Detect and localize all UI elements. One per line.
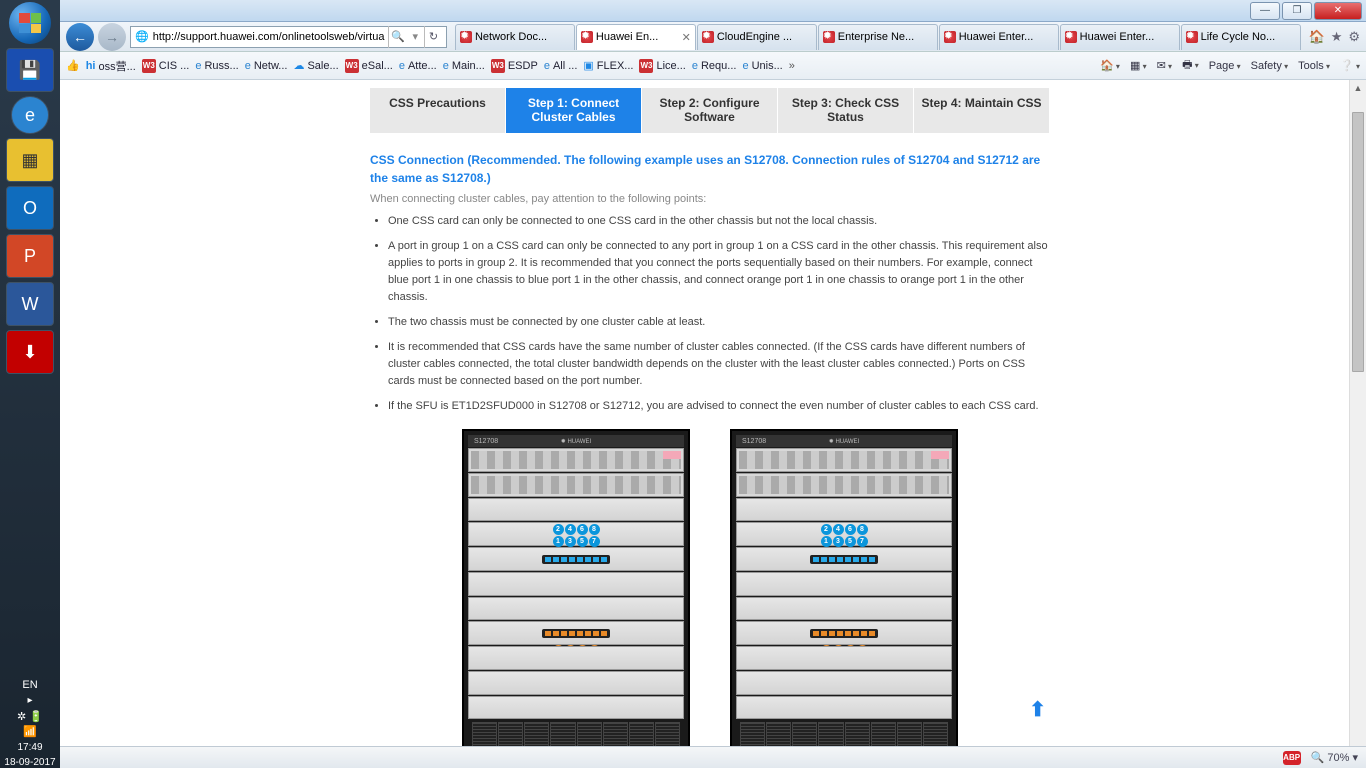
- tab-step3-check[interactable]: Step 3: Check CSS Status: [778, 88, 914, 133]
- tool-tools[interactable]: Tools: [1298, 60, 1330, 72]
- fav-flex[interactable]: ▣FLEX...: [583, 59, 633, 72]
- forward-button[interactable]: →: [98, 23, 126, 51]
- tab-life-cycle[interactable]: Life Cycle No...: [1181, 24, 1301, 50]
- taskbar-language[interactable]: EN: [22, 679, 37, 691]
- chassis-diagram: S12708 2468 1357 1357 2468 S: [370, 429, 1050, 746]
- huawei-icon: [460, 31, 472, 43]
- back-to-top-button[interactable]: ⬆: [1029, 697, 1046, 722]
- tab-huawei-en[interactable]: Huawei En...✕: [576, 24, 696, 50]
- list-item: It is recommended that CSS cards have th…: [388, 339, 1050, 390]
- tab-step2-configure[interactable]: Step 2: Configure Software: [642, 88, 778, 133]
- settings-icon[interactable]: ⚙: [1348, 29, 1360, 45]
- fav-esdp[interactable]: W3ESDP: [491, 59, 538, 73]
- tab-cloudengine[interactable]: CloudEngine ...: [697, 24, 817, 50]
- abp-icon[interactable]: ABP: [1283, 751, 1301, 765]
- huawei-icon: [823, 31, 835, 43]
- huawei-icon: [944, 31, 956, 43]
- tool-help[interactable]: ❔: [1340, 59, 1360, 72]
- tool-home[interactable]: 🏠: [1100, 59, 1120, 72]
- tool-feeds[interactable]: ▦: [1130, 59, 1147, 72]
- list-item: If the SFU is ET1D2SFUD000 in S12708 or …: [388, 398, 1050, 415]
- chassis-right: S12708 2468 1357 1357 2468: [730, 429, 958, 746]
- fav-chevron[interactable]: 👍: [66, 59, 80, 72]
- tab-step1-connect[interactable]: Step 1: Connect Cluster Cables: [506, 88, 642, 133]
- search-icon[interactable]: 🔍: [388, 26, 406, 48]
- fav-sale[interactable]: ☁Sale...: [293, 59, 338, 72]
- close-icon[interactable]: ✕: [682, 31, 691, 44]
- tool-mail[interactable]: ✉: [1157, 59, 1172, 72]
- taskbar-app-pdf[interactable]: ⬇: [6, 330, 54, 374]
- taskbar-date: 18-09-2017: [4, 757, 55, 768]
- browser-statusbar: ABP 🔍 70% ▾: [60, 746, 1366, 768]
- home-icon[interactable]: 🏠: [1309, 29, 1325, 45]
- huawei-icon: [1186, 31, 1198, 43]
- tool-print[interactable]: 🖶: [1182, 56, 1199, 75]
- zoom-indicator[interactable]: 🔍 70% ▾: [1311, 751, 1358, 764]
- chassis-left: S12708 2468 1357 1357 2468: [462, 429, 690, 746]
- window-close-button[interactable]: ✕: [1314, 2, 1362, 20]
- favorites-icon[interactable]: ★: [1331, 29, 1343, 45]
- fav-all[interactable]: eAll ...: [544, 60, 578, 72]
- fav-atte[interactable]: eAtte...: [399, 60, 437, 72]
- fav-netw[interactable]: eNetw...: [245, 60, 288, 72]
- tab-step4-maintain[interactable]: Step 4: Maintain CSS: [914, 88, 1050, 133]
- browser-toolbar: ← → 🌐 http://support.huawei.com/onlineto…: [60, 22, 1366, 52]
- list-item: A port in group 1 on a CSS card can only…: [388, 238, 1050, 306]
- list-item: One CSS card can only be connected to on…: [388, 213, 1050, 230]
- browser-tabs: Network Doc... Huawei En...✕ CloudEngine…: [455, 24, 1301, 50]
- taskbar-app-word[interactable]: W: [6, 282, 54, 326]
- huawei-icon: [1065, 31, 1077, 43]
- scroll-thumb[interactable]: [1352, 112, 1364, 372]
- tab-css-precautions[interactable]: CSS Precautions: [370, 88, 506, 133]
- fav-unis[interactable]: eUnis...: [742, 60, 782, 72]
- tab-network-doc[interactable]: Network Doc...: [455, 24, 575, 50]
- refresh-icon[interactable]: ↻: [424, 26, 442, 48]
- list-item: The two chassis must be connected by one…: [388, 314, 1050, 331]
- taskbar-app-ie[interactable]: e: [11, 96, 49, 134]
- fav-oss[interactable]: hioss营...: [86, 58, 136, 74]
- fav-lice[interactable]: W3Lice...: [639, 59, 685, 73]
- window-maximize-button[interactable]: ❐: [1282, 2, 1312, 20]
- taskbar-app-powerpoint[interactable]: P: [6, 234, 54, 278]
- taskbar-app-yellow[interactable]: ▦: [6, 138, 54, 182]
- favorites-bar: 👍 hioss营... W3CIS ... eRuss... eNetw... …: [60, 52, 1366, 80]
- fav-main[interactable]: eMain...: [443, 60, 485, 72]
- huawei-icon: [702, 31, 714, 43]
- back-button[interactable]: ←: [66, 23, 94, 51]
- tab-huawei-enter-1[interactable]: Huawei Enter...: [939, 24, 1059, 50]
- site-icon: 🌐: [135, 30, 149, 43]
- address-bar[interactable]: 🌐 http://support.huawei.com/onlinetoolsw…: [130, 26, 447, 48]
- fav-requ[interactable]: eRequ...: [692, 60, 737, 72]
- tab-huawei-enter-2[interactable]: Huawei Enter...: [1060, 24, 1180, 50]
- huawei-icon: [581, 31, 593, 43]
- scroll-up-arrow[interactable]: ▲: [1350, 80, 1366, 96]
- fav-cis[interactable]: W3CIS ...: [142, 59, 190, 73]
- tab-enterprise-ne[interactable]: Enterprise Ne...: [818, 24, 938, 50]
- vertical-scrollbar[interactable]: ▲: [1349, 80, 1366, 746]
- windows-taskbar: 💾 e ▦ O P W ⬇ EN ▸ ✲ 🔋 📶 17:49 18-09-201…: [0, 0, 60, 768]
- start-button[interactable]: [9, 2, 51, 44]
- taskbar-app-notepad[interactable]: 💾: [6, 48, 54, 92]
- points-list: One CSS card can only be connected to on…: [370, 213, 1050, 415]
- section-title: CSS Connection (Recommended. The followi…: [370, 151, 1050, 187]
- tool-page[interactable]: Page: [1209, 60, 1241, 72]
- step-tabs: CSS Precautions Step 1: Connect Cluster …: [370, 88, 1050, 133]
- fav-russ[interactable]: eRuss...: [195, 60, 238, 72]
- window-titlebar: — ❐ ✕: [0, 0, 1366, 22]
- taskbar-time[interactable]: 17:49: [17, 742, 42, 753]
- taskbar-app-outlook[interactable]: O: [6, 186, 54, 230]
- taskbar-tray[interactable]: ✲ 🔋 📶: [17, 710, 43, 738]
- fav-overflow[interactable]: »: [789, 60, 795, 72]
- fav-esal[interactable]: W3eSal...: [345, 59, 393, 73]
- window-minimize-button[interactable]: —: [1250, 2, 1280, 20]
- tool-safety[interactable]: Safety: [1251, 60, 1288, 72]
- url-text: http://support.huawei.com/onlinetoolsweb…: [153, 31, 385, 43]
- page-content: CSS Precautions Step 1: Connect Cluster …: [60, 80, 1366, 746]
- section-subtitle: When connecting cluster cables, pay atte…: [370, 193, 1050, 205]
